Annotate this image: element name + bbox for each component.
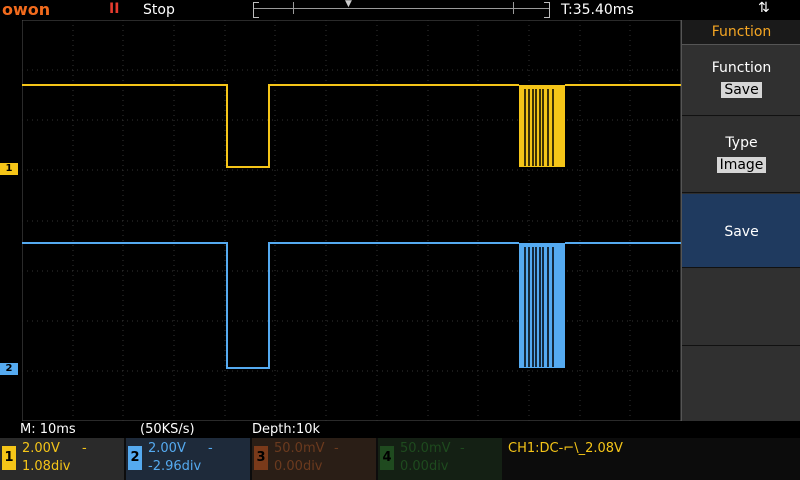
ch2-offset: -2.96div bbox=[148, 459, 202, 474]
menu-item-empty-1[interactable] bbox=[682, 269, 800, 346]
ch2-volts: 2.00V bbox=[148, 441, 186, 456]
menu-item-empty-2[interactable] bbox=[682, 346, 800, 422]
trigger-info[interactable]: CH1:DC-⌐\_2.08V bbox=[508, 441, 623, 456]
pause-icon[interactable]: II bbox=[109, 1, 119, 17]
usb-icon: ⇅ bbox=[758, 0, 770, 16]
function-menu-panel: Function Function Save Type Image Save bbox=[681, 20, 800, 422]
ch1-volts: 2.00V bbox=[22, 441, 60, 456]
ch3-coupling: - bbox=[334, 441, 339, 456]
waveform-burst bbox=[519, 85, 565, 167]
menu-item-label: Type bbox=[725, 135, 758, 151]
run-state: Stop bbox=[143, 2, 175, 18]
ch2-level-marker[interactable]: 2 bbox=[0, 363, 18, 375]
ch3-number: 3 bbox=[254, 446, 268, 470]
ch4-offset: 0.00div bbox=[400, 459, 449, 474]
ch1-offset: 1.08div bbox=[22, 459, 71, 474]
menu-item-value: Save bbox=[721, 82, 762, 98]
menu-item-label: Function bbox=[711, 60, 772, 76]
timebase: M: 10ms bbox=[20, 422, 76, 437]
panel-title: Function bbox=[682, 20, 800, 45]
trigger-time: T:35.40ms bbox=[561, 2, 634, 18]
ch3-offset: 0.00div bbox=[274, 459, 323, 474]
menu-item-value: Image bbox=[716, 157, 767, 173]
menu-item-label: Save bbox=[724, 224, 759, 240]
ch4-coupling: - bbox=[460, 441, 465, 456]
ch2-coupling: - bbox=[208, 441, 213, 456]
ch2-number: 2 bbox=[128, 446, 142, 470]
ch1-info[interactable]: 1 2.00V - 1.08div bbox=[0, 438, 124, 480]
sample-rate: (50KS/s) bbox=[140, 422, 195, 437]
status-line: M: 10ms (50KS/s) Depth:10k bbox=[0, 421, 800, 438]
waveform-burst bbox=[519, 243, 565, 368]
trigger-level: 2.08V bbox=[585, 441, 623, 456]
menu-item-type[interactable]: Type Image bbox=[682, 117, 800, 193]
ch3-volts: 50.0mV bbox=[274, 441, 325, 456]
ch4-volts: 50.0mV bbox=[400, 441, 451, 456]
memory-depth: Depth:10k bbox=[252, 422, 321, 437]
brand-logo: owon bbox=[2, 0, 51, 19]
ch3-info[interactable]: 3 50.0mV - 0.00div bbox=[252, 438, 376, 480]
menu-item-function[interactable]: Function Save bbox=[682, 45, 800, 116]
ch1-level-marker[interactable]: 1 bbox=[0, 163, 18, 175]
top-bar: owon II Stop ▼ T:35.40ms ⇅ bbox=[0, 0, 800, 20]
ch2-info[interactable]: 2 2.00V - -2.96div bbox=[126, 438, 250, 480]
trigger-source: CH1:DC- bbox=[508, 441, 564, 456]
ch1-coupling: - bbox=[82, 441, 87, 456]
waveform-display bbox=[22, 20, 681, 421]
ch1-number: 1 bbox=[2, 446, 16, 470]
trigger-pointer-icon: ▼ bbox=[345, 0, 352, 9]
ch4-info[interactable]: 4 50.0mV - 0.00div bbox=[378, 438, 502, 480]
channel-info-bar: 1 2.00V - 1.08div 2 2.00V - -2.96div 3 5… bbox=[0, 438, 800, 480]
falling-edge-icon: ⌐\_ bbox=[563, 441, 586, 456]
memory-window bbox=[293, 2, 514, 14]
menu-item-save[interactable]: Save bbox=[682, 194, 800, 268]
memory-position-bar[interactable]: ▼ bbox=[253, 0, 550, 18]
ch4-number: 4 bbox=[380, 446, 394, 470]
